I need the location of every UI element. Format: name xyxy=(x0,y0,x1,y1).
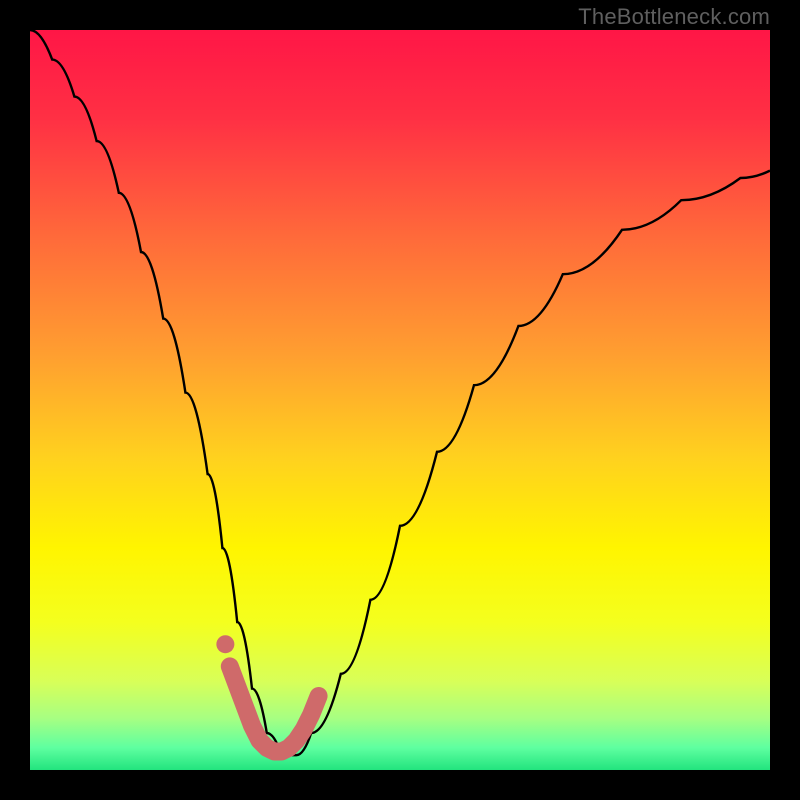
optimal-zone-marker xyxy=(216,635,234,653)
bottleneck-curve xyxy=(30,30,770,755)
chart-svg xyxy=(30,30,770,770)
chart-frame xyxy=(30,30,770,770)
watermark-text: TheBottleneck.com xyxy=(578,4,770,30)
